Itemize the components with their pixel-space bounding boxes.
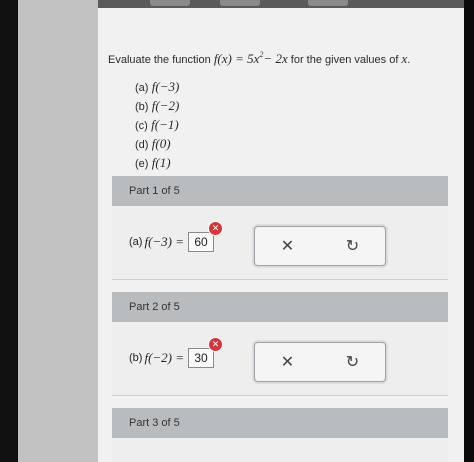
top-toolbar — [98, 0, 464, 8]
part-header-label: Part 3 of 5 — [129, 417, 180, 429]
answer-actions: ✕ ↻ — [254, 342, 386, 382]
problem-outro: for the given values of — [290, 54, 399, 66]
list-item: (d) f(0) — [135, 136, 171, 151]
screen-bezel-left — [0, 0, 18, 462]
toolbar-tab[interactable] — [220, 0, 260, 6]
problem-statement: Evaluate the function f(x) = 5x2− 2x for… — [108, 50, 411, 66]
list-item: (e) f(1) — [135, 155, 171, 170]
clear-answer-button[interactable]: ✕ — [273, 352, 303, 372]
undo-icon[interactable]: ↻ — [338, 352, 368, 372]
part-2-header[interactable]: Part 2 of 5 — [112, 292, 448, 322]
clear-answer-button[interactable]: ✕ — [273, 236, 303, 256]
list-item: (c) f(−1) — [135, 117, 179, 132]
function-expression: f(x) = 5x2− 2x — [213, 50, 288, 66]
part-3-body — [112, 438, 448, 462]
part-2-body: (b) f(−2) = 30 ✕ ✕ ↻ — [112, 322, 448, 396]
sub-question-list: (a) f(−3) (b) f(−2) (c) f(−1) (d) f(0) (… — [135, 78, 179, 173]
problem-intro: Evaluate the function — [108, 54, 211, 66]
answer-input[interactable]: 30 ✕ — [188, 337, 224, 368]
answer-row: (a) f(−3) = 60 ✕ — [129, 221, 224, 252]
screen-bezel-right — [464, 0, 474, 462]
list-item: (b) f(−2) — [135, 98, 180, 113]
error-icon: ✕ — [208, 221, 224, 236]
toolbar-tab[interactable] — [308, 0, 348, 6]
error-icon: ✕ — [208, 337, 224, 352]
toolbar-tab[interactable] — [150, 0, 190, 6]
part-header-label: Part 1 of 5 — [129, 185, 180, 197]
part-1-body: (a) f(−3) = 60 ✕ ✕ ↻ — [112, 206, 448, 280]
answer-actions: ✕ ↻ — [254, 226, 386, 266]
answer-input[interactable]: 60 ✕ — [188, 221, 224, 252]
answer-row: (b) f(−2) = 30 ✕ — [129, 337, 224, 368]
part-header-label: Part 2 of 5 — [129, 301, 180, 313]
part-3-header[interactable]: Part 3 of 5 — [112, 408, 448, 438]
undo-icon[interactable]: ↻ — [338, 236, 368, 256]
part-1-header[interactable]: Part 1 of 5 — [112, 176, 448, 206]
list-item: (a) f(−3) — [135, 79, 180, 94]
